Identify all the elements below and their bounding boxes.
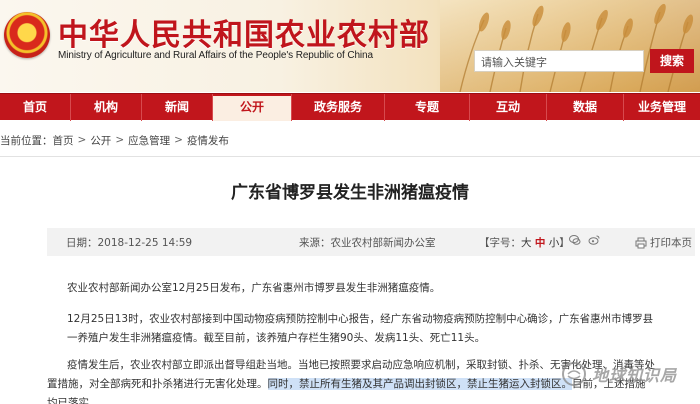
breadcrumb: 当前位置： 首页 > 公开 > 应急管理 > 疫情发布: [0, 132, 229, 148]
breadcrumb-item-emergency[interactable]: 应急管理: [128, 133, 170, 148]
nav-item-organization[interactable]: 机构: [71, 94, 141, 121]
wechat-share-icon[interactable]: [569, 234, 581, 246]
breadcrumb-item-public[interactable]: 公开: [90, 133, 111, 148]
font-size-small-link[interactable]: 小: [549, 237, 560, 249]
print-page-link[interactable]: 打印本页: [635, 235, 692, 250]
site-subtitle: Ministry of Agriculture and Rural Affair…: [58, 50, 373, 61]
search-button[interactable]: 搜索: [650, 49, 694, 73]
breadcrumb-item-home[interactable]: 首页: [53, 133, 74, 148]
watermark-text: 地球知识局: [592, 366, 678, 385]
article-title: 广东省博罗县发生非洲猪瘟疫情: [231, 183, 469, 203]
article-source: 来源：农业农村部新闻办公室: [299, 237, 436, 249]
nav-item-news[interactable]: 新闻: [142, 94, 212, 121]
article-paragraph-2: 12月25日13时，农业农村部接到中国动物疫病预防控制中心报告，经广东省动物疫病…: [67, 313, 654, 344]
nav-item-interaction[interactable]: 互动: [470, 94, 546, 121]
watermark: 地球知识局: [562, 362, 677, 386]
nav-item-business[interactable]: 业务管理: [624, 94, 700, 121]
printer-icon: [635, 237, 647, 248]
search-input[interactable]: 请输入关键字: [474, 50, 644, 72]
breadcrumb-separator: >: [115, 134, 125, 146]
weibo-share-icon[interactable]: [588, 234, 600, 246]
nav-item-topics[interactable]: 专题: [385, 94, 469, 121]
article-paragraph-1: 农业农村部新闻办公室12月25日发布，广东省惠州市博罗县发生非洲猪瘟疫情。: [67, 282, 441, 294]
nav-item-public[interactable]: 公开: [213, 94, 291, 121]
breadcrumb-separator: >: [174, 134, 183, 146]
breadcrumb-item-epidemic[interactable]: 疫情发布: [187, 133, 229, 148]
print-page-label: 打印本页: [650, 237, 692, 249]
font-size-control: 【字号：大 中 小】: [479, 235, 570, 250]
share-icons: [569, 234, 600, 246]
highlighted-text: 同时，禁止所有生猪及其产品调出封锁区，禁止生猪运入封锁区。: [267, 378, 572, 390]
nav-item-data[interactable]: 数据: [547, 94, 623, 121]
breadcrumb-prefix: 当前位置：: [0, 134, 53, 147]
font-size-medium-link[interactable]: 中: [535, 237, 546, 249]
globe-logo-icon: [562, 362, 586, 386]
article-date: 日期：2018-12-25 14:59: [66, 237, 193, 249]
site-title: 中华人民共和国农业农村部: [58, 18, 430, 53]
wheat-field-image: [440, 0, 700, 92]
font-size-large-link[interactable]: 大: [521, 237, 532, 249]
national-emblem-icon: [4, 12, 50, 58]
nav-item-home[interactable]: 首页: [0, 94, 70, 121]
font-size-prefix: 【字号：: [479, 237, 521, 249]
main-nav: 首页 机构 新闻 公开 政务服务 专题 互动 数据 业务管理: [0, 93, 700, 121]
nav-item-services[interactable]: 政务服务: [292, 94, 384, 121]
site-header: 中华人民共和国农业农村部 Ministry of Agriculture and…: [0, 0, 700, 92]
breadcrumb-separator: >: [77, 134, 87, 146]
article-meta-bar: 日期：2018-12-25 14:59 来源：农业农村部新闻办公室 【字号：大 …: [47, 228, 695, 256]
